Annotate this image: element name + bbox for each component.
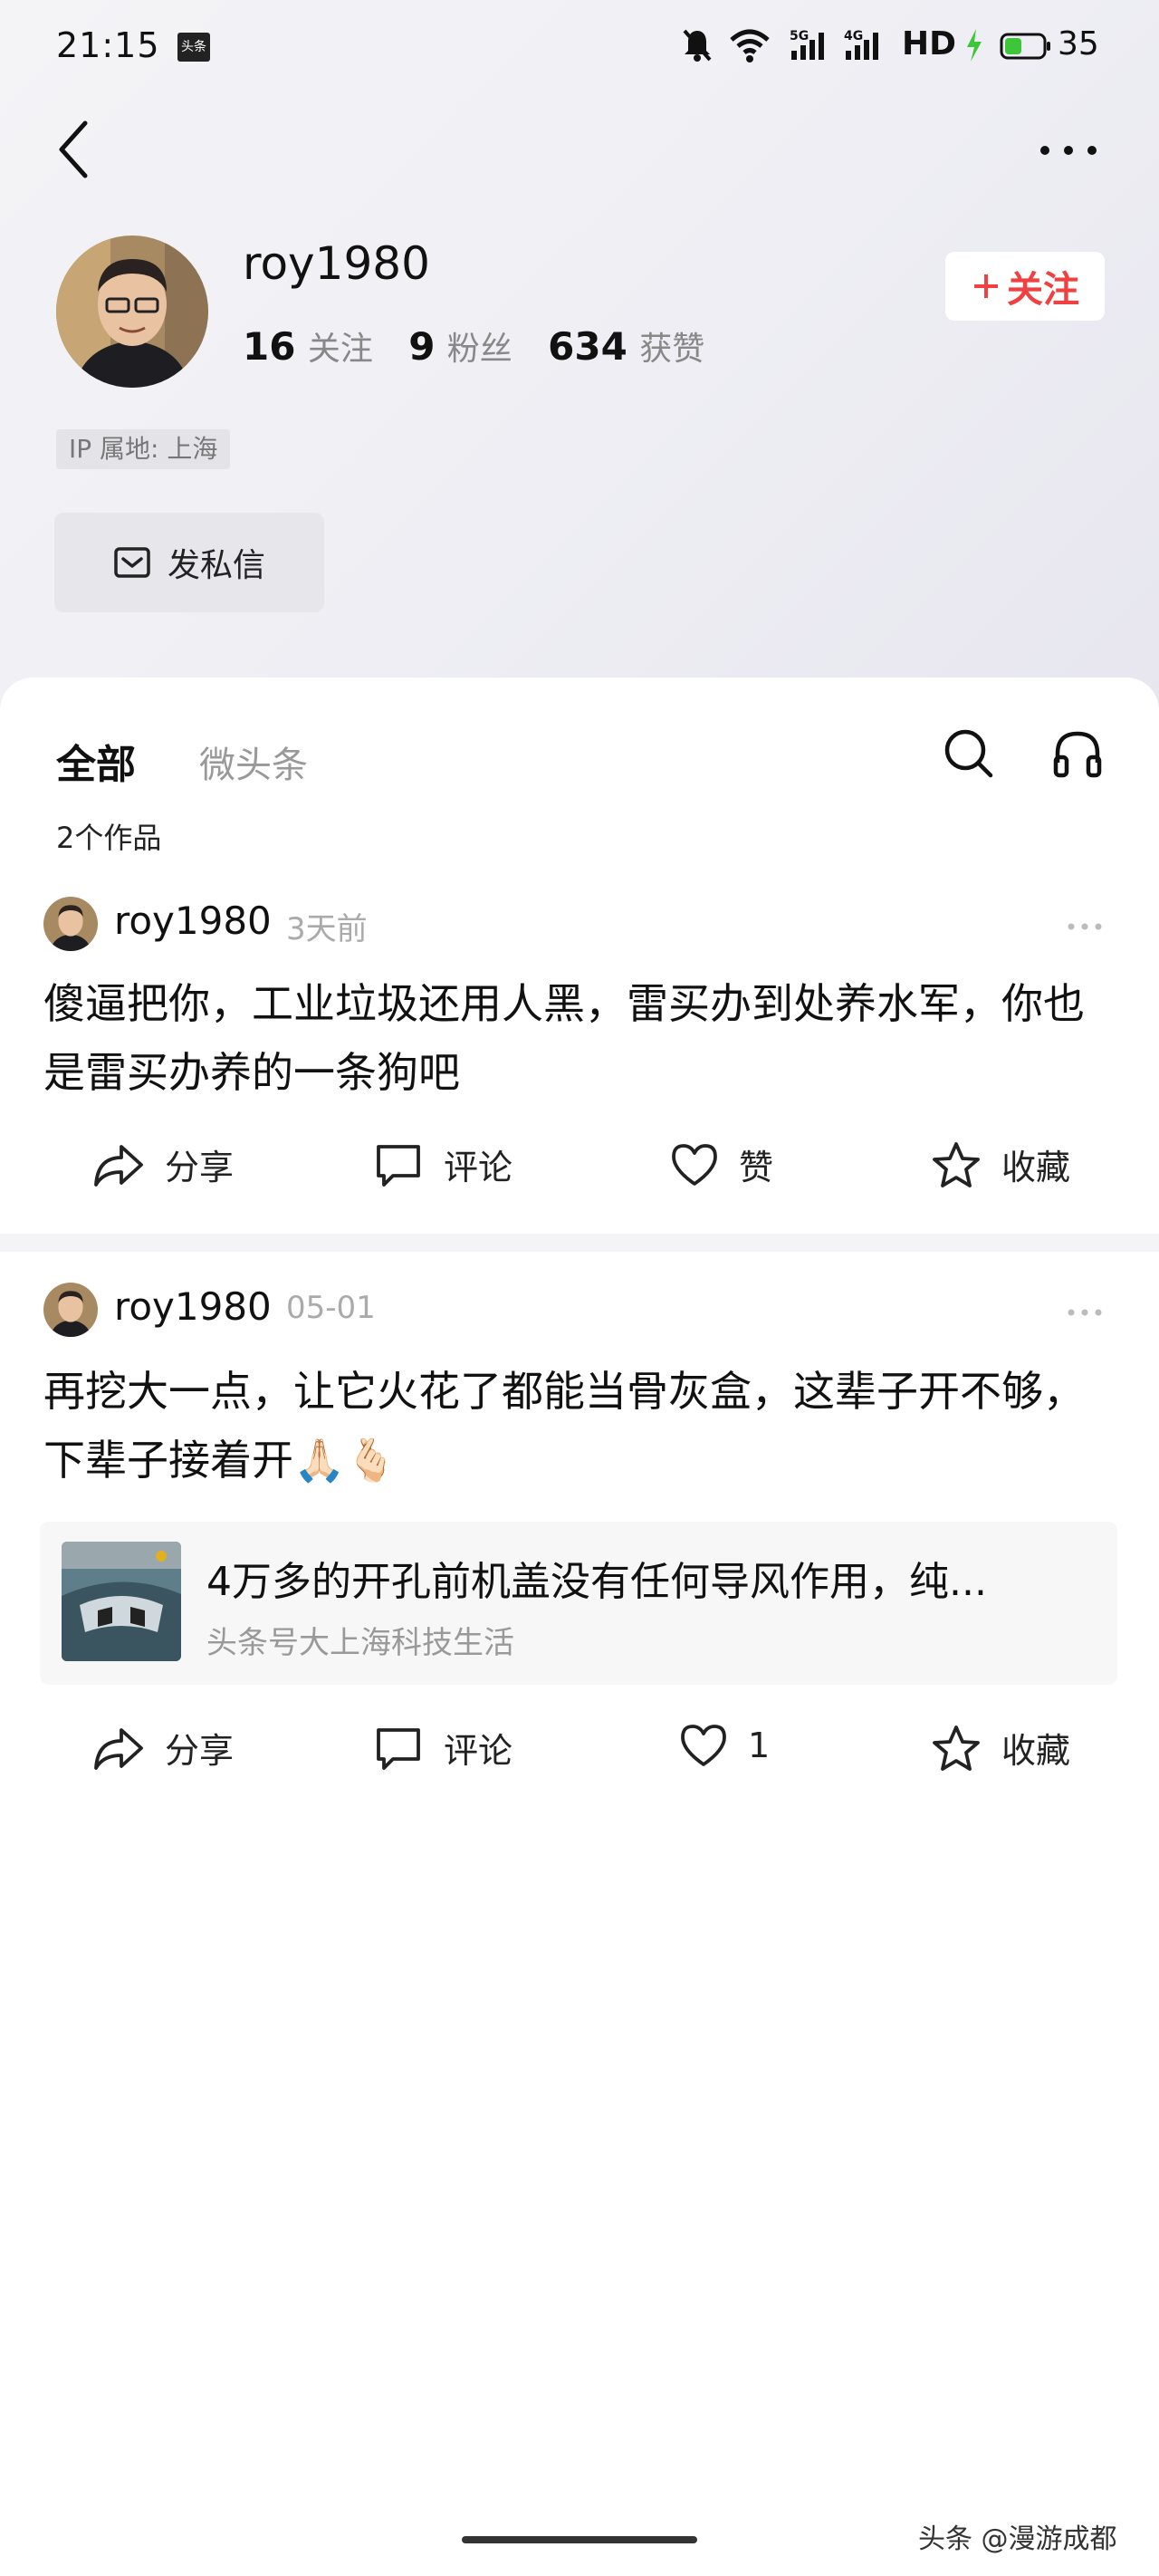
favorite-label: 收藏: [1001, 1731, 1071, 1771]
following-label[interactable]: 关注: [308, 331, 373, 368]
favorite-button[interactable]: 收藏: [931, 1723, 1070, 1773]
favorite-label: 收藏: [1001, 1148, 1071, 1187]
more-dots-icon: [1068, 923, 1102, 930]
search-icon: [944, 729, 993, 778]
tab-all[interactable]: 全部: [56, 732, 136, 790]
follow-button[interactable]: 关注: [945, 252, 1105, 321]
mute-bell-icon: [681, 27, 714, 67]
back-button[interactable]: [53, 118, 98, 181]
send-message-label: 发私信: [167, 547, 265, 584]
star-icon: [933, 1141, 980, 1187]
post-divider: [0, 1234, 1159, 1252]
like-label: 赞: [739, 1148, 774, 1187]
share-label: 分享: [165, 1731, 235, 1771]
battery-level: 35: [1058, 25, 1099, 62]
post-avatar[interactable]: [43, 1283, 98, 1337]
ip-location-tag: IP 属地: 上海: [56, 429, 231, 469]
like-button[interactable]: 赞: [670, 1139, 773, 1189]
svg-text:5G: 5G: [790, 29, 809, 43]
post-more-button[interactable]: [1067, 1304, 1103, 1316]
comment-button[interactable]: 评论: [373, 1139, 512, 1189]
search-button[interactable]: [942, 726, 996, 781]
profile-username: roy1980: [243, 237, 430, 290]
article-title: 4万多的开孔前机盖没有任何导风作用，纯...: [206, 1559, 987, 1605]
hd-indicator: HD: [902, 25, 957, 62]
post-time: 3天前: [286, 911, 368, 947]
wifi-icon: [730, 27, 770, 67]
avatar-image: [43, 897, 98, 951]
following-count[interactable]: 16: [243, 324, 295, 369]
avatar-image: [56, 235, 208, 388]
linked-article-card[interactable]: 4万多的开孔前机盖没有任何导风作用，纯... 头条号大上海科技生活: [40, 1522, 1117, 1685]
envelope-icon: [114, 547, 150, 578]
article-source: 头条号大上海科技生活: [206, 1625, 514, 1661]
home-indicator[interactable]: [462, 2536, 697, 2543]
post-time: 05-01: [286, 1290, 376, 1326]
share-label: 分享: [165, 1148, 235, 1187]
like-count: 1: [748, 1725, 771, 1765]
likes-label: 获赞: [639, 331, 705, 368]
svg-text:4G: 4G: [844, 29, 863, 43]
tab-weitoutiao[interactable]: 微头条: [199, 735, 308, 788]
heart-icon: [681, 1725, 726, 1766]
plus-icon: [974, 274, 998, 298]
post-avatar[interactable]: [43, 897, 98, 951]
favorite-button[interactable]: 收藏: [931, 1139, 1070, 1189]
comment-icon: [377, 1727, 420, 1770]
charging-icon: [963, 27, 985, 67]
heart-icon: [672, 1143, 717, 1186]
share-icon: [94, 1144, 143, 1187]
battery-icon: [1000, 27, 1052, 67]
comment-label: 评论: [444, 1731, 513, 1771]
signal-5g-icon: 5G: [790, 27, 835, 67]
post-actions: 分享 评论 赞 收藏: [0, 1139, 1159, 1194]
status-bar: 21:15 头条 5G 4G HD 35: [0, 0, 1159, 100]
post-text[interactable]: 傻逼把你，工业垃圾还用人黑，雷买办到处养水军，你也是雷买办养的一条狗吧: [43, 969, 1112, 1107]
post-username[interactable]: roy1980: [114, 899, 272, 943]
followers-count[interactable]: 9: [408, 324, 435, 369]
more-dots-icon: [1068, 1309, 1102, 1316]
profile-stats: 16 关注 9 粉丝 634 获赞: [243, 322, 728, 370]
profile-avatar[interactable]: [56, 235, 208, 388]
share-button[interactable]: 分享: [92, 1723, 234, 1773]
followers-label[interactable]: 粉丝: [447, 331, 512, 368]
car-hood-image: [62, 1542, 181, 1661]
share-button[interactable]: 分享: [92, 1139, 234, 1189]
status-time: 21:15: [56, 25, 160, 65]
watermark: 头条 @漫游成都: [918, 2523, 1117, 2555]
avatar-image: [43, 1283, 98, 1337]
comment-label: 评论: [444, 1148, 513, 1187]
comment-icon: [377, 1144, 420, 1187]
article-thumbnail: [62, 1542, 181, 1661]
send-message-button[interactable]: 发私信: [54, 513, 324, 612]
more-dots-icon: [1040, 146, 1097, 155]
toutiao-notification-icon: 头条: [177, 33, 210, 62]
share-icon: [94, 1727, 143, 1770]
signal-4g-icon: 4G: [844, 27, 889, 67]
post-username[interactable]: roy1980: [114, 1284, 272, 1329]
works-count: 2个作品: [56, 821, 162, 855]
headphones-icon: [1053, 731, 1102, 778]
more-options-button[interactable]: [1038, 132, 1099, 168]
listen-button[interactable]: [1050, 726, 1105, 781]
chevron-left-icon: [59, 120, 88, 178]
follow-button-label: 关注: [1007, 269, 1079, 311]
post-text[interactable]: 再挖大一点，让它火花了都能当骨灰盒，这辈子开不够，下辈子接着开🙏🏻🫰🏻: [43, 1357, 1112, 1495]
post-more-button[interactable]: [1067, 918, 1103, 930]
comment-button[interactable]: 评论: [373, 1723, 512, 1773]
star-icon: [933, 1725, 980, 1771]
likes-count: 634: [548, 324, 627, 369]
like-button[interactable]: 1: [679, 1723, 770, 1768]
post-actions: 分享 评论 1 收藏: [0, 1723, 1159, 1777]
